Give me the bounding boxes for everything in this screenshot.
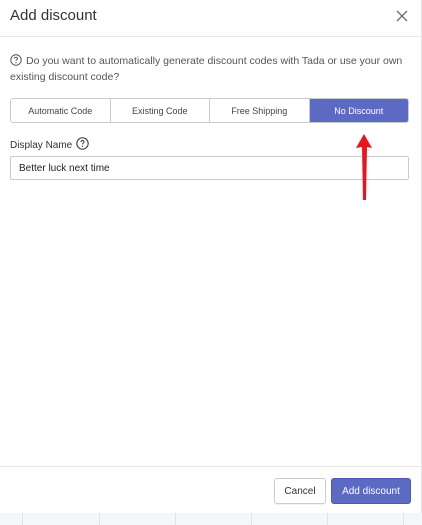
add-discount-dialog: Add discount Do you want to automaticall… xyxy=(0,0,422,513)
tab-existing-code[interactable]: Existing Code xyxy=(110,99,210,122)
display-name-label: Display Name xyxy=(10,139,73,151)
display-name-input[interactable] xyxy=(10,156,409,180)
info-message: Do you want to automatically generate di… xyxy=(10,54,412,84)
tab-no-discount[interactable]: No Discount xyxy=(309,99,408,122)
display-name-label-row: Display Name xyxy=(10,137,89,153)
info-text: Do you want to automatically generate di… xyxy=(10,55,403,83)
background-column xyxy=(252,513,328,525)
discount-type-tabs: Automatic Code Existing Code Free Shippi… xyxy=(10,98,409,123)
tab-automatic-code[interactable]: Automatic Code xyxy=(11,99,111,122)
add-discount-button[interactable]: Add discount xyxy=(331,478,411,504)
header-divider xyxy=(0,36,422,37)
background-column xyxy=(100,513,176,525)
close-icon[interactable] xyxy=(394,8,410,24)
help-icon[interactable] xyxy=(76,137,89,153)
background-column xyxy=(0,513,23,525)
question-circle-icon xyxy=(10,54,22,70)
background-page-strip xyxy=(0,513,422,525)
annotation-arrow xyxy=(356,134,372,200)
background-column xyxy=(328,513,404,525)
dialog-title: Add discount xyxy=(10,7,97,24)
background-column xyxy=(23,513,100,525)
cancel-button[interactable]: Cancel xyxy=(274,478,326,504)
dialog-header: Add discount xyxy=(0,0,422,36)
footer-divider xyxy=(0,466,422,467)
tab-free-shipping[interactable]: Free Shipping xyxy=(210,99,310,122)
background-column xyxy=(176,513,252,525)
